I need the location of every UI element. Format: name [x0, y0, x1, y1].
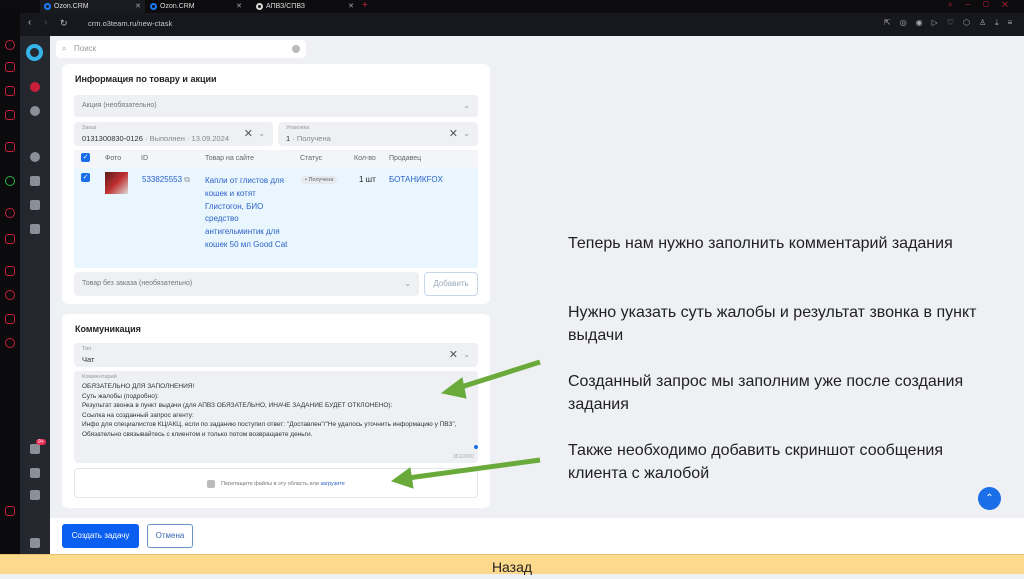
arrow-to-dropzone: [407, 457, 541, 481]
annotation-arrows: [390, 359, 541, 489]
arrow-head: [440, 377, 467, 399]
arrow-head: [390, 467, 414, 489]
arrow-to-comment: [457, 359, 541, 391]
back-footer-button[interactable]: Назад: [0, 554, 1024, 575]
